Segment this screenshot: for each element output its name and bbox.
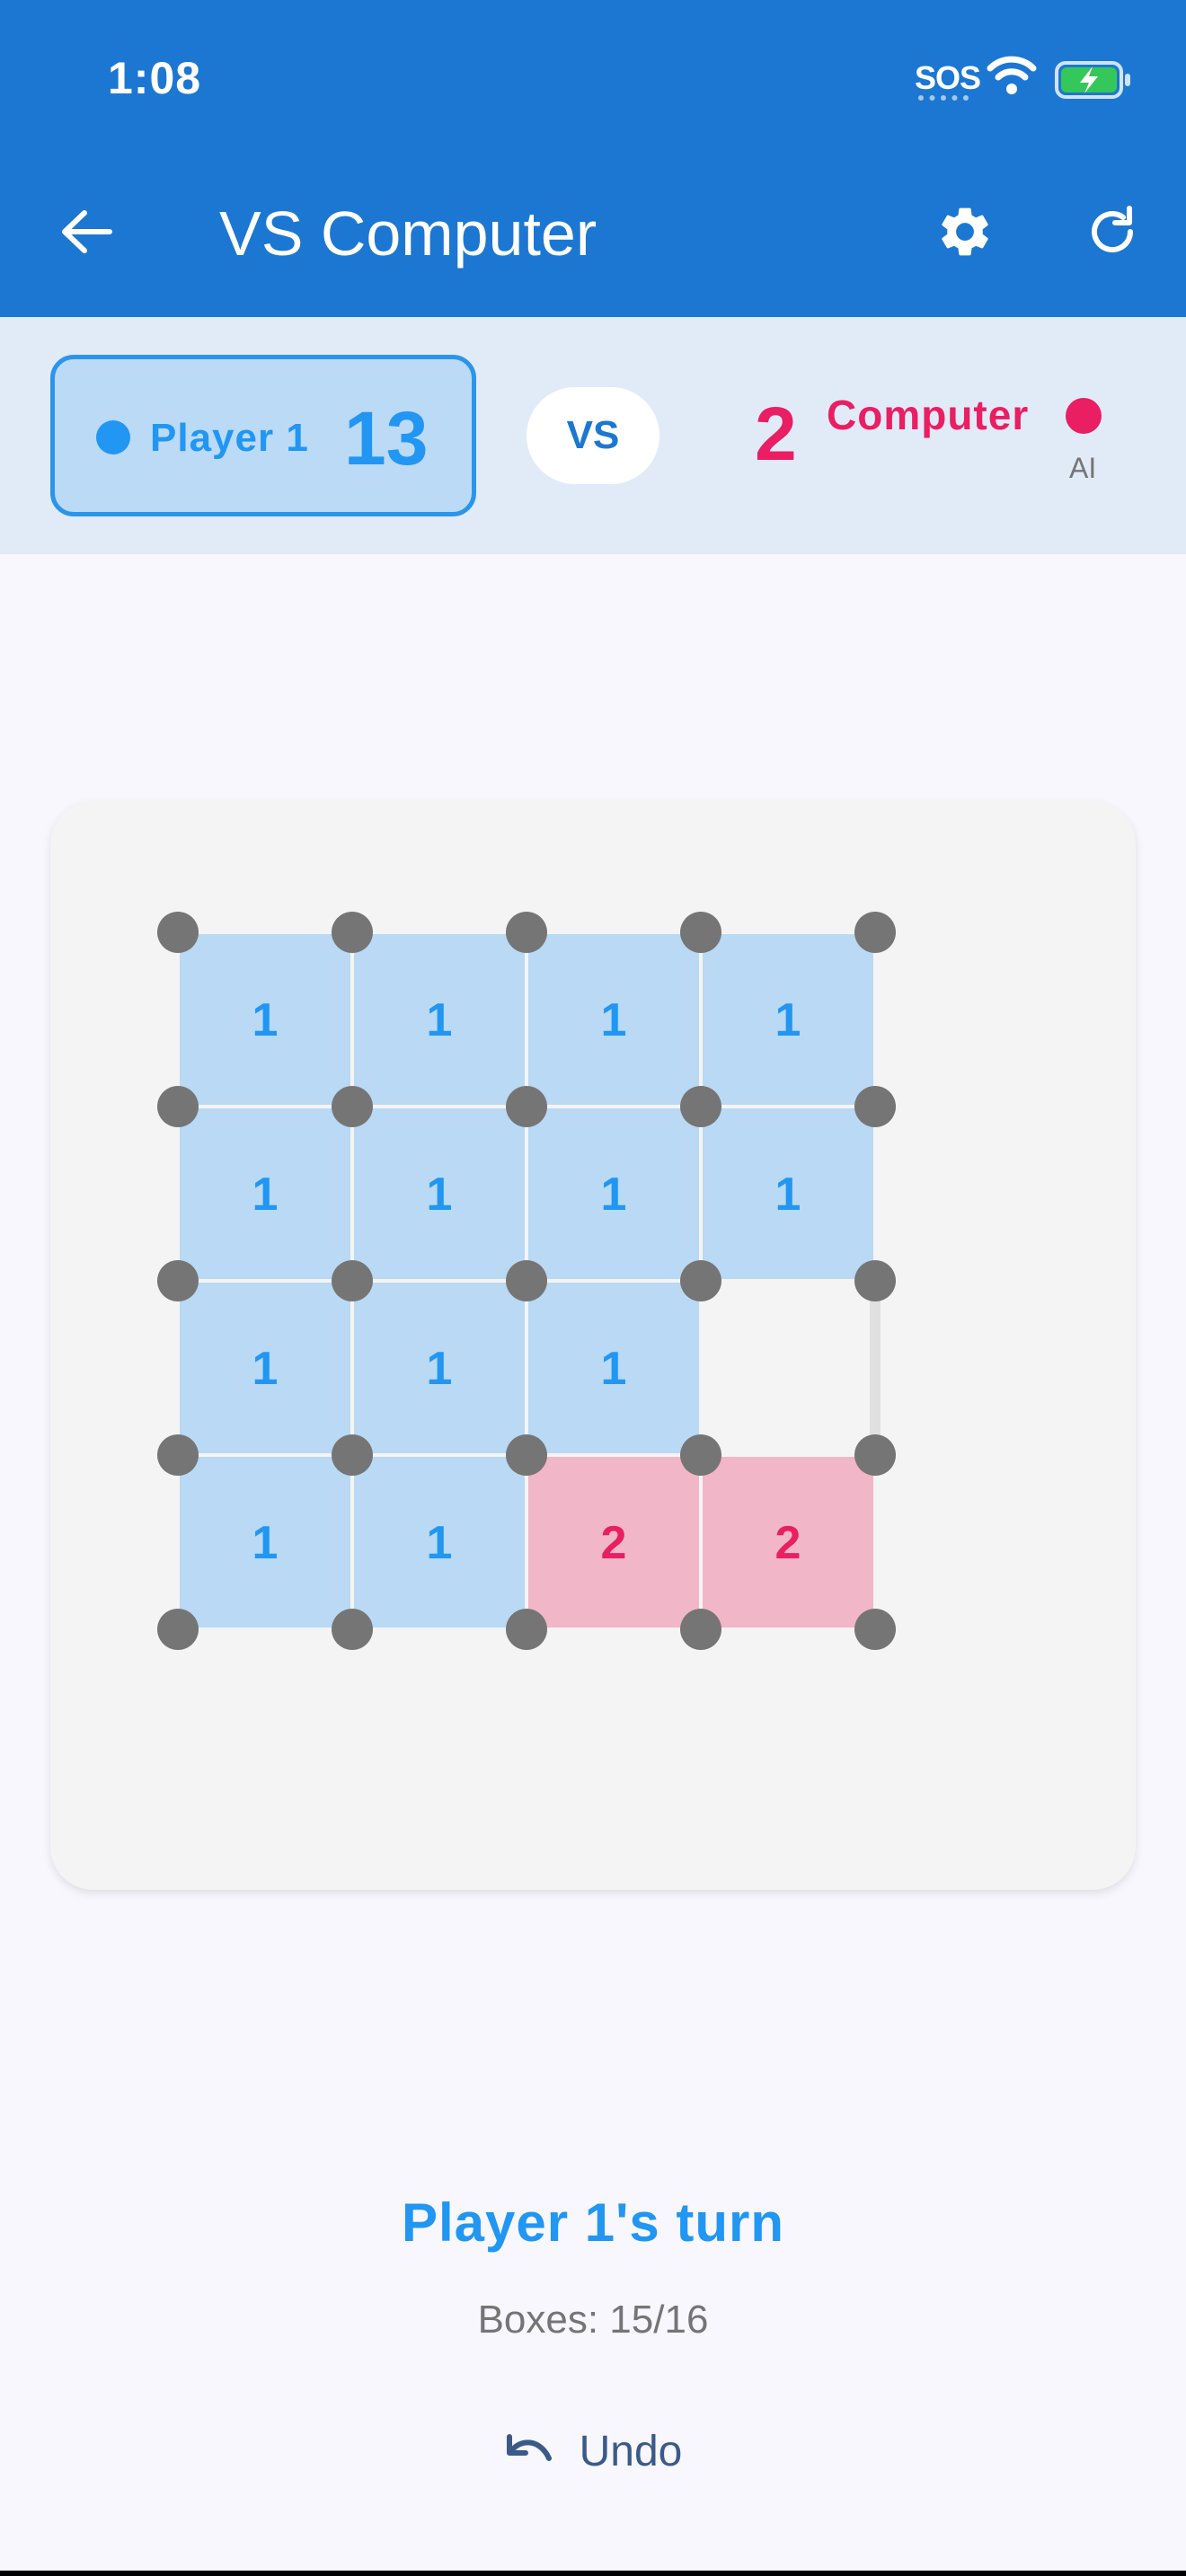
turn-indicator: Player 1's turn — [401, 2192, 785, 2253]
settings-button[interactable] — [929, 196, 1001, 268]
grid-dot — [854, 912, 896, 953]
grid-dot — [680, 1260, 721, 1301]
grid-dot — [680, 1086, 721, 1127]
page-title: VS Computer — [219, 198, 597, 269]
back-button[interactable] — [50, 196, 122, 268]
grid-dot — [854, 1609, 896, 1650]
game-board-card — [50, 801, 1136, 1890]
computer-color-dot — [1066, 398, 1102, 434]
grid-dot — [157, 1609, 199, 1650]
signal-dots-icon — [918, 95, 969, 102]
vs-badge: VS — [527, 387, 659, 484]
grid-dot — [157, 912, 199, 953]
grid-dot — [157, 1434, 199, 1476]
grid-dot — [854, 1086, 896, 1127]
undo-button[interactable]: Undo — [476, 2411, 710, 2492]
status-bar: 1:08 SOS — [0, 0, 1186, 158]
refresh-button[interactable] — [1076, 196, 1148, 268]
wifi-icon — [987, 56, 1037, 94]
grid-dot — [332, 1434, 373, 1476]
grid-dot — [506, 1609, 547, 1650]
grid-dot — [506, 1434, 547, 1476]
computer-subtitle: AI — [1069, 452, 1097, 484]
grid-dot — [332, 1260, 373, 1301]
app-bar: VS Computer — [0, 158, 1186, 317]
grid-dot — [506, 1260, 547, 1301]
arrow-back-icon — [62, 210, 112, 253]
grid-dot — [854, 1434, 896, 1476]
grid-dot — [680, 912, 721, 953]
grid-dot — [680, 1434, 721, 1476]
player1-color-dot — [96, 420, 130, 454]
boxes-count: Boxes: 15/16 — [477, 2298, 709, 2342]
grid-dot — [854, 1260, 896, 1301]
sos-indicator: SOS — [915, 59, 981, 96]
refresh-icon — [1092, 206, 1133, 252]
status-time: 1:08 — [108, 53, 202, 103]
gear-icon — [942, 207, 988, 256]
grid-dot — [332, 1086, 373, 1127]
grid-dot — [332, 912, 373, 953]
undo-label: Undo — [579, 2427, 683, 2475]
grid-dot — [157, 1260, 199, 1301]
grid-dot — [506, 1086, 547, 1127]
player1-name: Player 1 — [150, 416, 309, 460]
grid-dot — [680, 1609, 721, 1650]
grid-dot — [157, 1086, 199, 1127]
score-bar: Player 1 13 VS 2 Computer AI — [0, 317, 1186, 554]
computer-score: 2 — [755, 392, 797, 476]
grid-dot — [332, 1609, 373, 1650]
player1-score-card: Player 1 13 — [50, 355, 476, 516]
undo-icon — [506, 2434, 552, 2461]
grid-dot — [506, 912, 547, 953]
home-indicator — [0, 2571, 1186, 2576]
battery-charging-icon — [1055, 61, 1130, 99]
computer-name: Computer — [827, 392, 1030, 438]
player1-score: 13 — [344, 396, 429, 481]
